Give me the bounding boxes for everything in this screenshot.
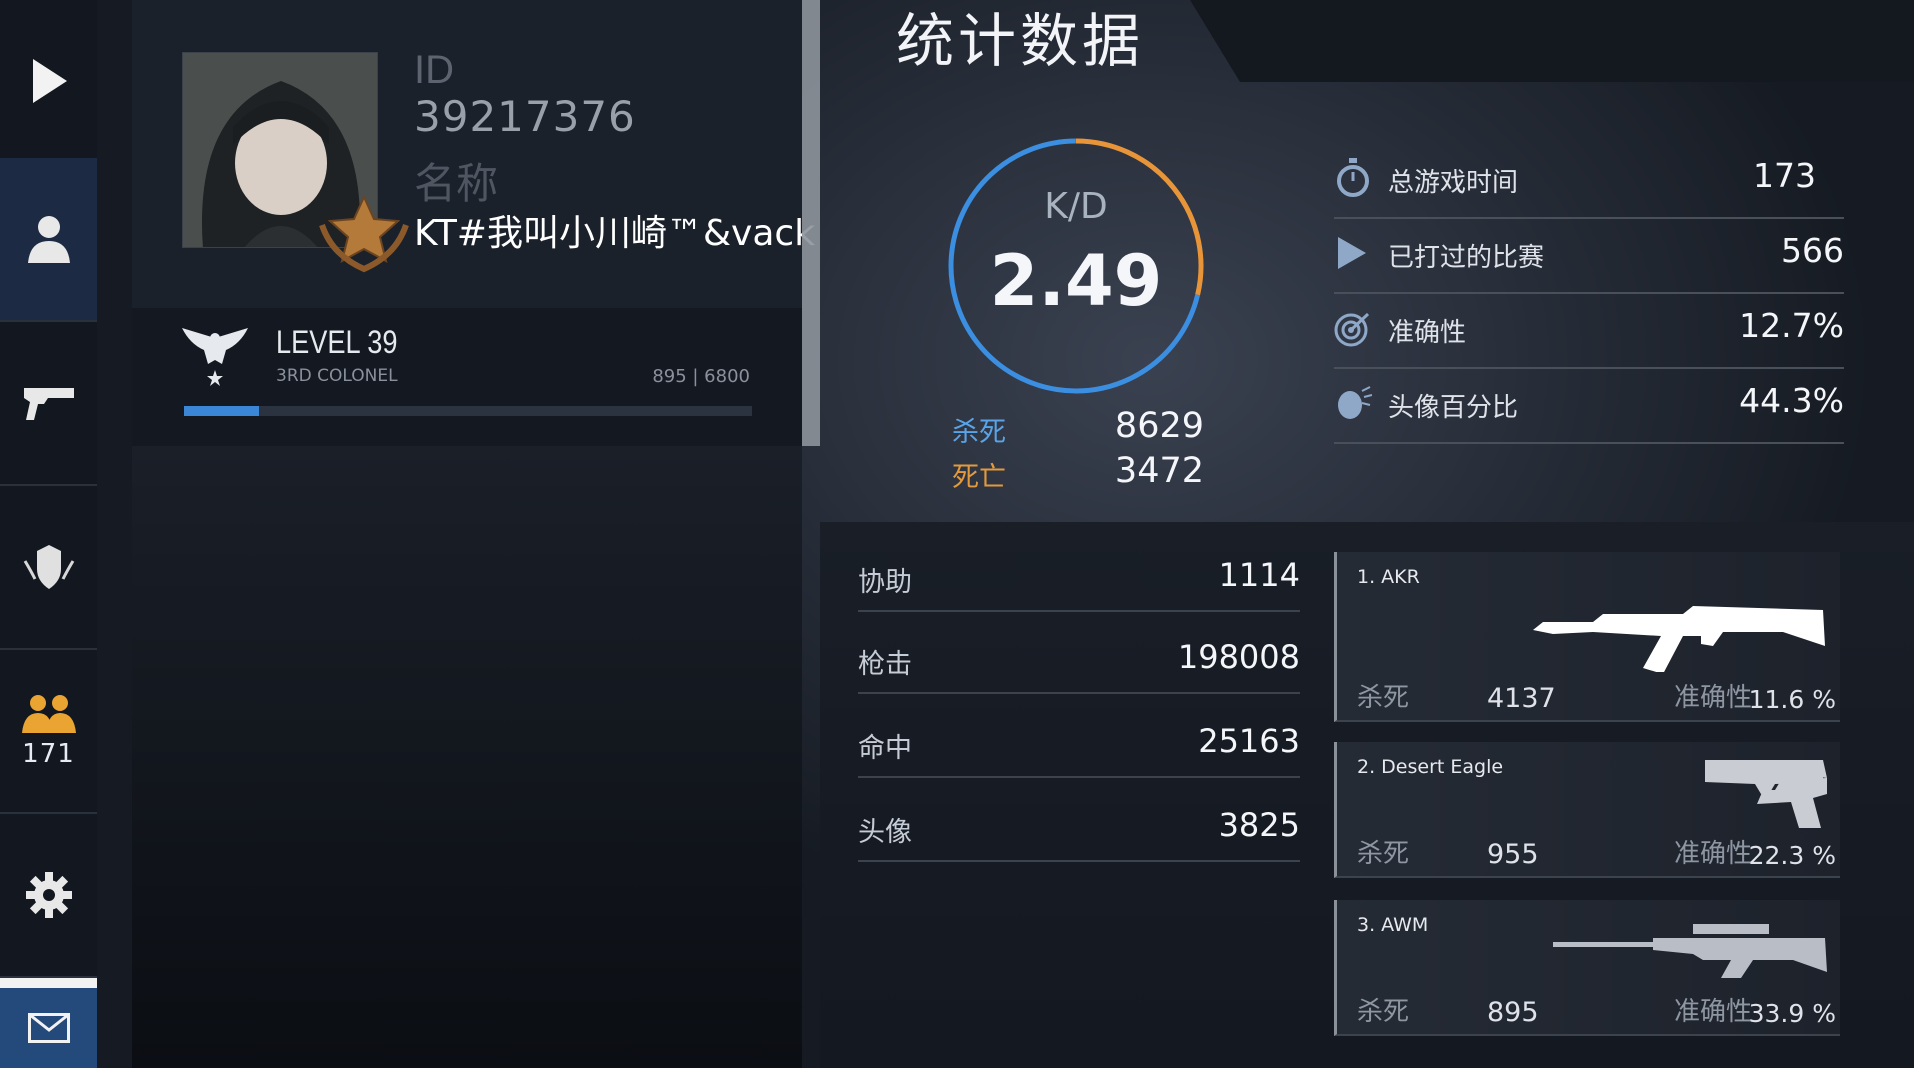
kd-label: K/D — [1044, 186, 1108, 227]
detail-value: 25163 — [1198, 722, 1300, 760]
stat-value: 12.7% — [1739, 306, 1844, 345]
detail-label: 头像 — [858, 817, 912, 848]
pistol-icon — [1705, 760, 1827, 828]
sidebar-clan-button[interactable] — [0, 486, 97, 650]
name-label: 名称 — [414, 159, 499, 208]
weapon-kills-value: 895 — [1487, 997, 1539, 1028]
id-label: ID — [414, 48, 454, 92]
profile-icon — [27, 216, 70, 263]
player-name: KT#我叫小川崎™&vack — [414, 213, 816, 254]
weapon-kills-value: 4137 — [1487, 683, 1556, 714]
xp-progress-bar — [184, 406, 752, 416]
detail-row-shots: 枪击 198008 — [858, 628, 1300, 694]
weapon-name: 3. AWM — [1357, 914, 1429, 936]
detail-value: 198008 — [1177, 638, 1300, 676]
play-icon — [32, 59, 67, 103]
level-panel: LEVEL 39 3RD COLONEL 895 | 6800 — [132, 308, 802, 446]
detail-value: 1114 — [1218, 556, 1300, 594]
xp-progress-fill — [184, 406, 259, 416]
stat-label: 已打过的比赛 — [1388, 243, 1545, 273]
panel-divider — [802, 0, 820, 446]
level-label: LEVEL 39 — [276, 324, 398, 360]
weapon-card-awm[interactable]: 3. AWM 杀死 895 准确性 33.9 % — [1334, 900, 1840, 1036]
stat-value: 566 — [1781, 231, 1844, 270]
weapon-kills-label: 杀死 — [1357, 683, 1410, 713]
weapon-kills-label: 杀死 — [1357, 997, 1410, 1027]
profile-card: ID 39217376 名称 KT#我叫小川崎™&vack — [132, 0, 815, 308]
sidebar-settings-button[interactable] — [0, 814, 97, 978]
pistol-icon — [23, 388, 74, 420]
mail-button[interactable] — [0, 978, 97, 1068]
weapon-accuracy-value: 22.3 % — [1748, 841, 1836, 870]
head-icon — [1338, 386, 1372, 419]
rifle-icon — [1533, 606, 1825, 672]
detail-row-hits: 命中 25163 — [858, 712, 1300, 778]
weapon-card-akr[interactable]: 1. AKR 杀死 4137 准确性 11.6 % — [1334, 552, 1840, 722]
weapon-accuracy-label: 准确性 — [1673, 839, 1752, 869]
deaths-value: 3472 — [1114, 451, 1204, 491]
player-id: 39217376 — [414, 92, 636, 141]
deaths-label: 死亡 — [952, 462, 1006, 493]
sidebar-friends-button[interactable]: 171 — [0, 650, 97, 814]
friends-icon — [21, 695, 76, 733]
kd-value: 2.49 — [989, 240, 1163, 322]
weapon-card-desert-eagle[interactable]: 2. Desert Eagle 杀死 955 准确性 22.3 % — [1334, 742, 1840, 878]
sidebar-play-button[interactable] — [0, 0, 97, 164]
stat-row-matches: 已打过的比赛 566 — [1334, 219, 1844, 294]
sidebar-weapons-button[interactable] — [0, 322, 97, 486]
target-icon — [1334, 312, 1370, 347]
detail-value: 3825 — [1218, 806, 1300, 844]
detail-row-assists: 协助 1114 — [858, 546, 1300, 612]
kills-label: 杀死 — [952, 417, 1006, 448]
veteran-badge-icon — [319, 195, 409, 273]
weapon-accuracy-value: 11.6 % — [1748, 685, 1836, 714]
profile-backdrop — [132, 446, 802, 1068]
stat-label: 头像百分比 — [1388, 393, 1519, 423]
stat-value: 44.3% — [1739, 381, 1844, 420]
stopwatch-icon — [1337, 158, 1369, 197]
sidebar-profile-button[interactable] — [0, 158, 97, 322]
stat-label: 总游戏时间 — [1388, 168, 1519, 198]
weapon-accuracy-label: 准确性 — [1673, 683, 1752, 713]
stat-label: 准确性 — [1388, 318, 1467, 348]
sniper-rifle-icon — [1553, 924, 1827, 978]
weapon-accuracy-value: 33.9 % — [1748, 999, 1836, 1028]
friends-count: 171 — [22, 739, 75, 769]
play-icon — [1338, 237, 1366, 269]
kills-value: 8629 — [1114, 406, 1204, 446]
stats-title: 统计数据 — [896, 7, 1145, 75]
stat-value: 173 — [1753, 156, 1816, 195]
detail-label: 命中 — [858, 733, 912, 764]
weapon-accuracy-label: 准确性 — [1673, 997, 1752, 1027]
rank-label: 3RD COLONEL — [276, 366, 398, 386]
eagle-rank-icon — [182, 328, 248, 386]
sidebar: 171 — [0, 0, 97, 1068]
weapon-kills-value: 955 — [1487, 839, 1539, 870]
weapon-name: 2. Desert Eagle — [1357, 756, 1504, 778]
stat-row-accuracy: 准确性 12.7% — [1334, 294, 1844, 369]
xp-label: 895 | 6800 — [652, 366, 750, 387]
mail-icon — [27, 1013, 70, 1043]
detail-row-headshots: 头像 3825 — [858, 796, 1300, 862]
weapon-name: 1. AKR — [1357, 566, 1420, 588]
detail-label: 枪击 — [858, 649, 912, 680]
detail-label: 协助 — [858, 567, 912, 598]
stat-row-headshot: 头像百分比 44.3% — [1334, 369, 1844, 444]
weapon-kills-label: 杀死 — [1357, 839, 1410, 869]
shield-icon — [23, 545, 74, 589]
gear-icon — [25, 872, 72, 918]
stat-row-playtime: 总游戏时间 173 — [1334, 144, 1844, 219]
